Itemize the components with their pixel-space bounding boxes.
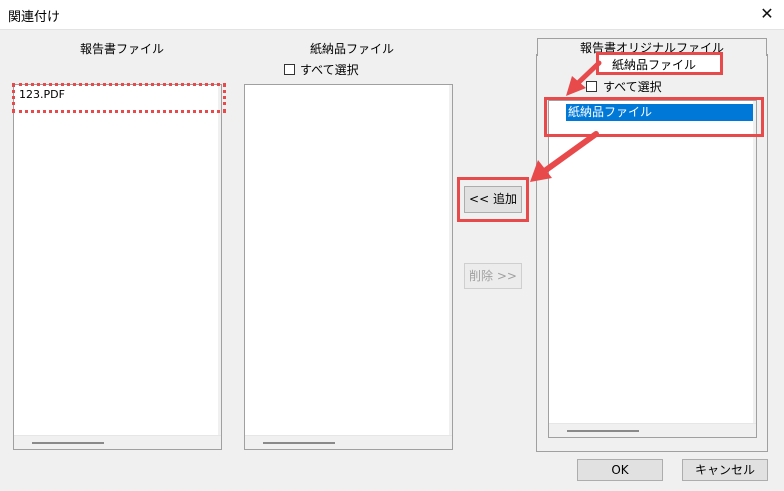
ok-button[interactable]: OK	[577, 459, 663, 481]
arrow-to-add-button-icon	[530, 131, 599, 182]
annotation-arrows	[530, 60, 602, 182]
cancel-button[interactable]: キャンセル	[682, 459, 768, 481]
arrow-to-select-all-icon	[566, 60, 602, 96]
